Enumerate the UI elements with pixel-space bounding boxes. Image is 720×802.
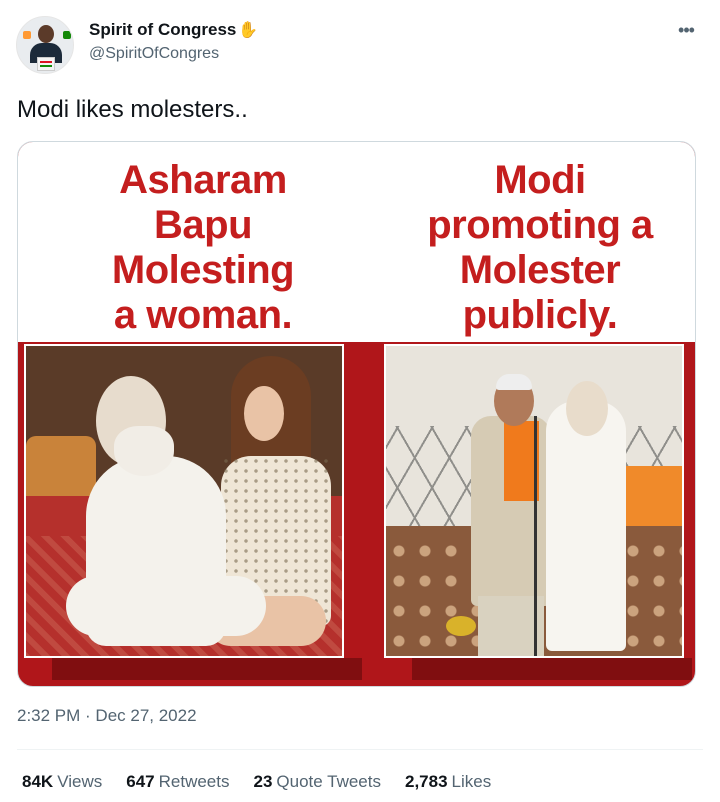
tweet-media-image[interactable]: Asharam Bapu Molesting a woman. Modi pro… (17, 141, 696, 687)
man-left-hair (496, 374, 532, 390)
left-caption-line: Bapu (154, 203, 253, 247)
quote-tweets-label: Quote Tweets (276, 772, 381, 791)
retweets-count: 647 (126, 772, 155, 791)
right-caption-line: publicly. (462, 293, 618, 337)
left-caption-line: a woman. (113, 293, 293, 337)
right-caption: Modi promoting a Molester publicly. (390, 158, 690, 338)
photo-shadow (412, 658, 692, 680)
woman-face (244, 386, 284, 441)
tweet-card: Spirit of Congress ✋ @SpiritOfCongres ••… (0, 0, 720, 802)
right-caption-line: Molester (459, 248, 621, 292)
right-photo (384, 344, 684, 658)
views-label: Views (57, 772, 103, 791)
avatar-flag-saffron (23, 31, 31, 39)
tweet-text: Modi likes molesters.. (17, 96, 248, 123)
author-handle[interactable]: @SpiritOfCongres (89, 45, 219, 63)
avatar-face (38, 25, 54, 43)
left-photo (24, 344, 344, 658)
man-beard (114, 426, 174, 476)
views-count: 84K (22, 772, 54, 791)
right-caption-line: promoting a (427, 203, 653, 247)
author-display-name[interactable]: Spirit of Congress (89, 20, 236, 40)
author-name-row[interactable]: Spirit of Congress ✋ (89, 20, 258, 40)
divider (17, 749, 703, 750)
retweets-stat[interactable]: 647 Retweets (126, 772, 229, 792)
likes-label: Likes (451, 772, 492, 791)
views-stat[interactable]: 84K Views (22, 772, 102, 792)
likes-stat[interactable]: 2,783 Likes (405, 772, 491, 792)
man-body (86, 456, 226, 646)
left-caption-line: Asharam (119, 158, 287, 202)
avatar[interactable] (16, 16, 74, 74)
right-caption-line: Modi (494, 158, 586, 202)
man-right-robe (546, 401, 626, 651)
tweet-timestamp[interactable]: 2:32 PM · Dec 27, 2022 (17, 706, 197, 726)
microphone-stand (534, 416, 537, 656)
left-caption-line: Molesting (111, 248, 295, 292)
quote-tweets-count: 23 (253, 772, 273, 791)
quote-tweets-stat[interactable]: 23 Quote Tweets (253, 772, 381, 792)
tweet-stats: 84K Views 647 Retweets 23 Quote Tweets 2,78… (22, 772, 515, 792)
man-right-head (566, 381, 608, 436)
avatar-flag-green (63, 31, 71, 39)
likes-count: 2,783 (405, 772, 448, 791)
raised-hand-emoji-icon: ✋ (238, 22, 259, 39)
flower-bouquet (446, 616, 476, 636)
retweets-label: Retweets (158, 772, 230, 791)
photo-shadow (52, 658, 362, 680)
avatar-badge (37, 57, 55, 71)
left-caption: Asharam Bapu Molesting a woman. (73, 158, 333, 338)
more-horizontal-icon[interactable]: ••• (674, 20, 698, 40)
